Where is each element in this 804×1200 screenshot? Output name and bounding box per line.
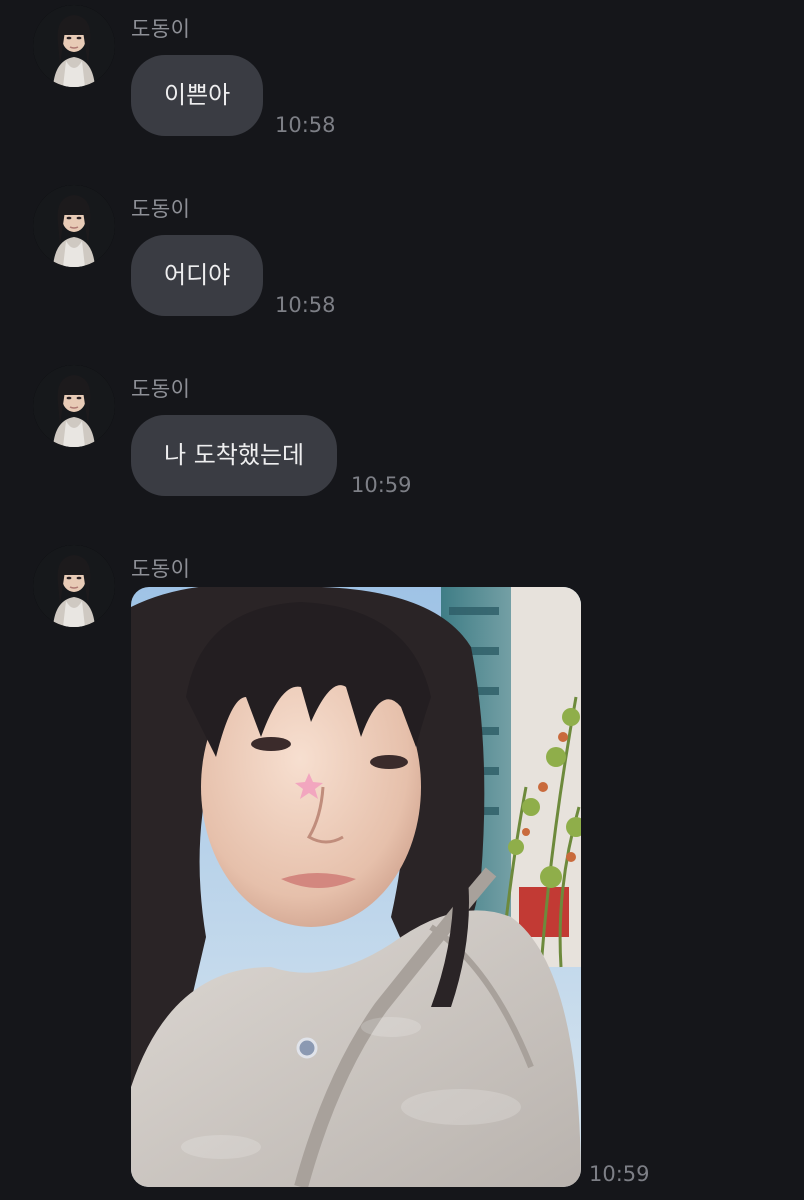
avatar[interactable]: [33, 545, 115, 627]
message-group: 도동이 이쁜아 10:58: [0, 5, 804, 140]
message-time: 10:58: [275, 293, 336, 317]
photo-message[interactable]: [131, 587, 581, 1187]
chat-view: 도동이 이쁜아 10:58 도동이 어디야 10:58 도동이 나 도착했는데 …: [0, 0, 804, 1200]
avatar[interactable]: [33, 185, 115, 267]
avatar[interactable]: [33, 5, 115, 87]
sender-name[interactable]: 도동이: [131, 373, 190, 403]
message-bubble[interactable]: 나 도착했는데: [131, 415, 338, 496]
message-bubble[interactable]: 어디야: [131, 235, 264, 316]
avatar[interactable]: [33, 365, 115, 447]
message-time: 10:59: [351, 473, 412, 497]
sender-name[interactable]: 도동이: [131, 553, 190, 583]
message-time: 10:58: [275, 113, 336, 137]
sender-name[interactable]: 도동이: [131, 193, 190, 223]
message-time: 10:59: [589, 1162, 650, 1186]
message-group: 도동이 나 도착했는데 10:59: [0, 365, 804, 500]
message-bubble[interactable]: 이쁜아: [131, 55, 264, 136]
message-group: 도동이 어디야 10:58: [0, 185, 804, 320]
sender-name[interactable]: 도동이: [131, 13, 190, 43]
